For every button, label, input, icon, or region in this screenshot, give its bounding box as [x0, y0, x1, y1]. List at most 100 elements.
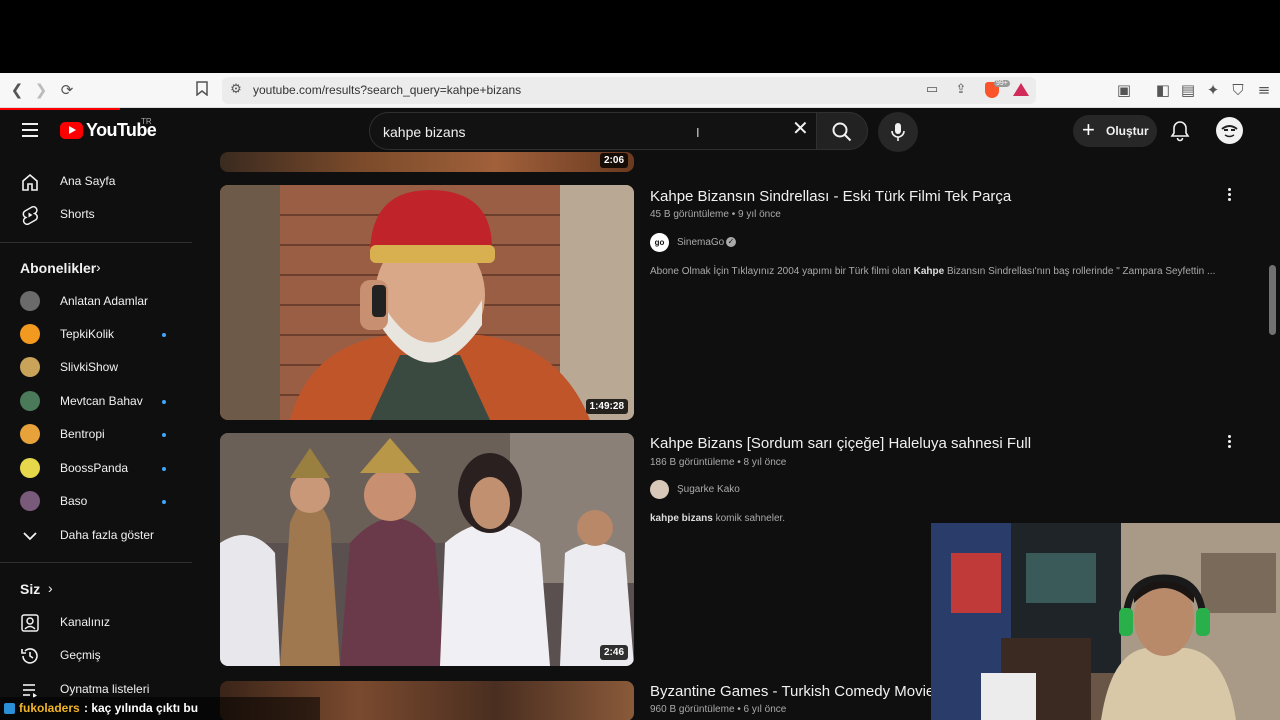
channel-avatar: [20, 291, 40, 311]
duration-badge: 2:46: [599, 645, 628, 660]
new-content-dot: [162, 333, 166, 337]
desc-highlight: kahpe bizans: [650, 513, 713, 524]
sidebar-item-home[interactable]: Ana Sayfa: [0, 164, 192, 198]
scrollbar-thumb[interactable]: [1269, 265, 1276, 335]
thumbnail-image: [220, 433, 634, 666]
top-black-area: [0, 0, 1280, 73]
subscription-anlatan-adamlar[interactable]: Anlatan Adamlar: [0, 284, 192, 318]
search-icon: [832, 122, 852, 142]
notifications-bell-icon[interactable]: [1170, 120, 1190, 142]
address-bar[interactable]: ⚙ youtube.com/results?search_query=kahpe…: [222, 77, 1036, 104]
show-more-button[interactable]: Daha fazla göster: [0, 518, 192, 552]
subscription-baso[interactable]: Baso: [0, 484, 192, 518]
you-header[interactable]: Siz ›: [0, 578, 192, 602]
desc-text: Abone Olmak İçin Tıklayınız 2004 yapımı …: [650, 266, 914, 277]
sidebar: Ana Sayfa Shorts Abonelikler › Anlatan A…: [0, 154, 192, 720]
verified-check-icon: ✓: [726, 237, 736, 247]
channel-avatar: [20, 458, 40, 478]
sidebar-item-label: Ana Sayfa: [60, 174, 116, 188]
channel-avatar: go: [650, 233, 669, 252]
chat-platform-icon: [4, 703, 15, 714]
shorts-icon: [22, 205, 38, 225]
divider: [0, 562, 192, 563]
channel-avatar: [20, 357, 40, 377]
vpn-icon[interactable]: ⛉: [1229, 81, 1247, 99]
more-actions-icon[interactable]: [1228, 188, 1232, 203]
webcam-image: [931, 523, 1280, 720]
video-meta: 186 B görüntüleme • 8 yıl önce: [650, 457, 787, 468]
video-thumbnail[interactable]: 2:06: [220, 152, 634, 172]
sidebar-item-your-channel[interactable]: Kanalınız: [0, 605, 192, 639]
video-description: kahpe bizans komik sahneler.: [650, 513, 785, 524]
back-icon[interactable]: ❮: [8, 81, 26, 99]
sidebar-item-label: Oynatma listeleri: [60, 682, 150, 696]
clear-search-icon[interactable]: ✕: [792, 119, 809, 139]
chat-username: fukoladers: [19, 701, 80, 715]
menu-icon[interactable]: ≡: [1255, 81, 1273, 99]
channel-avatar: [20, 324, 40, 344]
forward-icon[interactable]: ❯: [32, 81, 50, 99]
search-input[interactable]: kahpe bizans I: [369, 112, 816, 150]
desc-highlight: Kahpe: [913, 266, 945, 277]
browser-toolbar: ❮ ❯ ⟳ ⚙ youtube.com/results?search_query…: [0, 73, 1280, 108]
subscription-slivkishow[interactable]: SlivkiShow: [0, 350, 192, 384]
video-title[interactable]: Byzantine Games - Turkish Comedy Movie: [650, 683, 934, 700]
you-title: Siz: [20, 581, 41, 597]
hamburger-menu-icon[interactable]: [22, 123, 38, 137]
video-title[interactable]: Kahpe Bizansın Sindrellası - Eski Türk F…: [650, 188, 1011, 205]
create-button[interactable]: + Oluştur: [1073, 115, 1157, 147]
voice-search-button[interactable]: [878, 112, 918, 152]
subscription-bosspanda[interactable]: BoossPanda: [0, 451, 192, 485]
leo-ai-icon[interactable]: ✦: [1204, 81, 1222, 99]
divider: [0, 242, 192, 243]
share-icon[interactable]: ⇪: [953, 82, 969, 98]
account-avatar[interactable]: [1216, 117, 1243, 144]
youtube-logo-icon[interactable]: [60, 122, 83, 139]
channel-avatar: [20, 391, 40, 411]
reload-icon[interactable]: ⟳: [58, 81, 76, 99]
wallet-icon[interactable]: ▤: [1179, 81, 1197, 99]
sidebar-item-label: Geçmiş: [60, 648, 101, 662]
brave-rewards-icon[interactable]: [1013, 83, 1029, 96]
sidebar-item-shorts[interactable]: Shorts: [0, 197, 192, 231]
chat-overlay: fukoladers : kaç yılında çıktı bu: [0, 697, 320, 720]
channel-avatar: [20, 424, 40, 444]
show-more-label: Daha fazla göster: [60, 528, 155, 542]
channel-name: SinemaGo: [677, 237, 725, 248]
chevron-right-icon: ›: [96, 259, 101, 275]
subscription-bentropi[interactable]: Bentropi: [0, 417, 192, 451]
subscription-label: Anlatan Adamlar: [60, 294, 149, 308]
subscription-tepkikolik[interactable]: TepkiKolik: [0, 317, 192, 351]
channel-avatar: [650, 480, 669, 499]
site-settings-icon[interactable]: ⚙: [228, 82, 244, 98]
subscriptions-header[interactable]: Abonelikler ›: [0, 256, 192, 280]
home-icon: [22, 173, 38, 191]
reader-mode-icon[interactable]: ▣: [1115, 81, 1133, 99]
search-button[interactable]: [816, 112, 868, 150]
create-label: Oluştur: [1106, 124, 1149, 138]
video-thumbnail[interactable]: 1:49:28: [220, 185, 634, 420]
logo-region: TR: [141, 117, 152, 126]
channel-avatar: [20, 491, 40, 511]
bookmark-icon[interactable]: [193, 81, 211, 99]
video-title[interactable]: Kahpe Bizans [Sordum sarı çiçeğe] Halelu…: [650, 435, 1031, 452]
new-content-dot: [162, 467, 166, 471]
cast-icon[interactable]: ▭: [924, 82, 940, 98]
video-thumbnail[interactable]: 2:46: [220, 433, 634, 666]
duration-badge: 1:49:28: [585, 399, 628, 414]
subscription-label: Mevtcan Bahav: [60, 394, 143, 408]
more-actions-icon[interactable]: [1228, 435, 1232, 450]
sidebar-item-history[interactable]: Geçmiş: [0, 638, 192, 672]
channel-link[interactable]: Şugarke Kako: [650, 480, 790, 500]
subscription-label: TepkiKolik: [60, 327, 115, 341]
chat-message: : kaç yılında çıktı bu: [84, 701, 199, 715]
new-content-dot: [162, 400, 166, 404]
microphone-icon: [891, 123, 905, 141]
subscriptions-title: Abonelikler: [20, 260, 97, 276]
sidebar-toggle-icon[interactable]: ◧: [1154, 81, 1172, 99]
subscription-label: SlivkiShow: [60, 360, 119, 374]
subscription-mevtcan-bahav[interactable]: Mevtcan Bahav: [0, 384, 192, 418]
channel-link[interactable]: go SinemaGo ✓: [650, 233, 790, 253]
new-content-dot: [162, 500, 166, 504]
url-text: youtube.com/results?search_query=kahpe+b…: [253, 83, 522, 97]
